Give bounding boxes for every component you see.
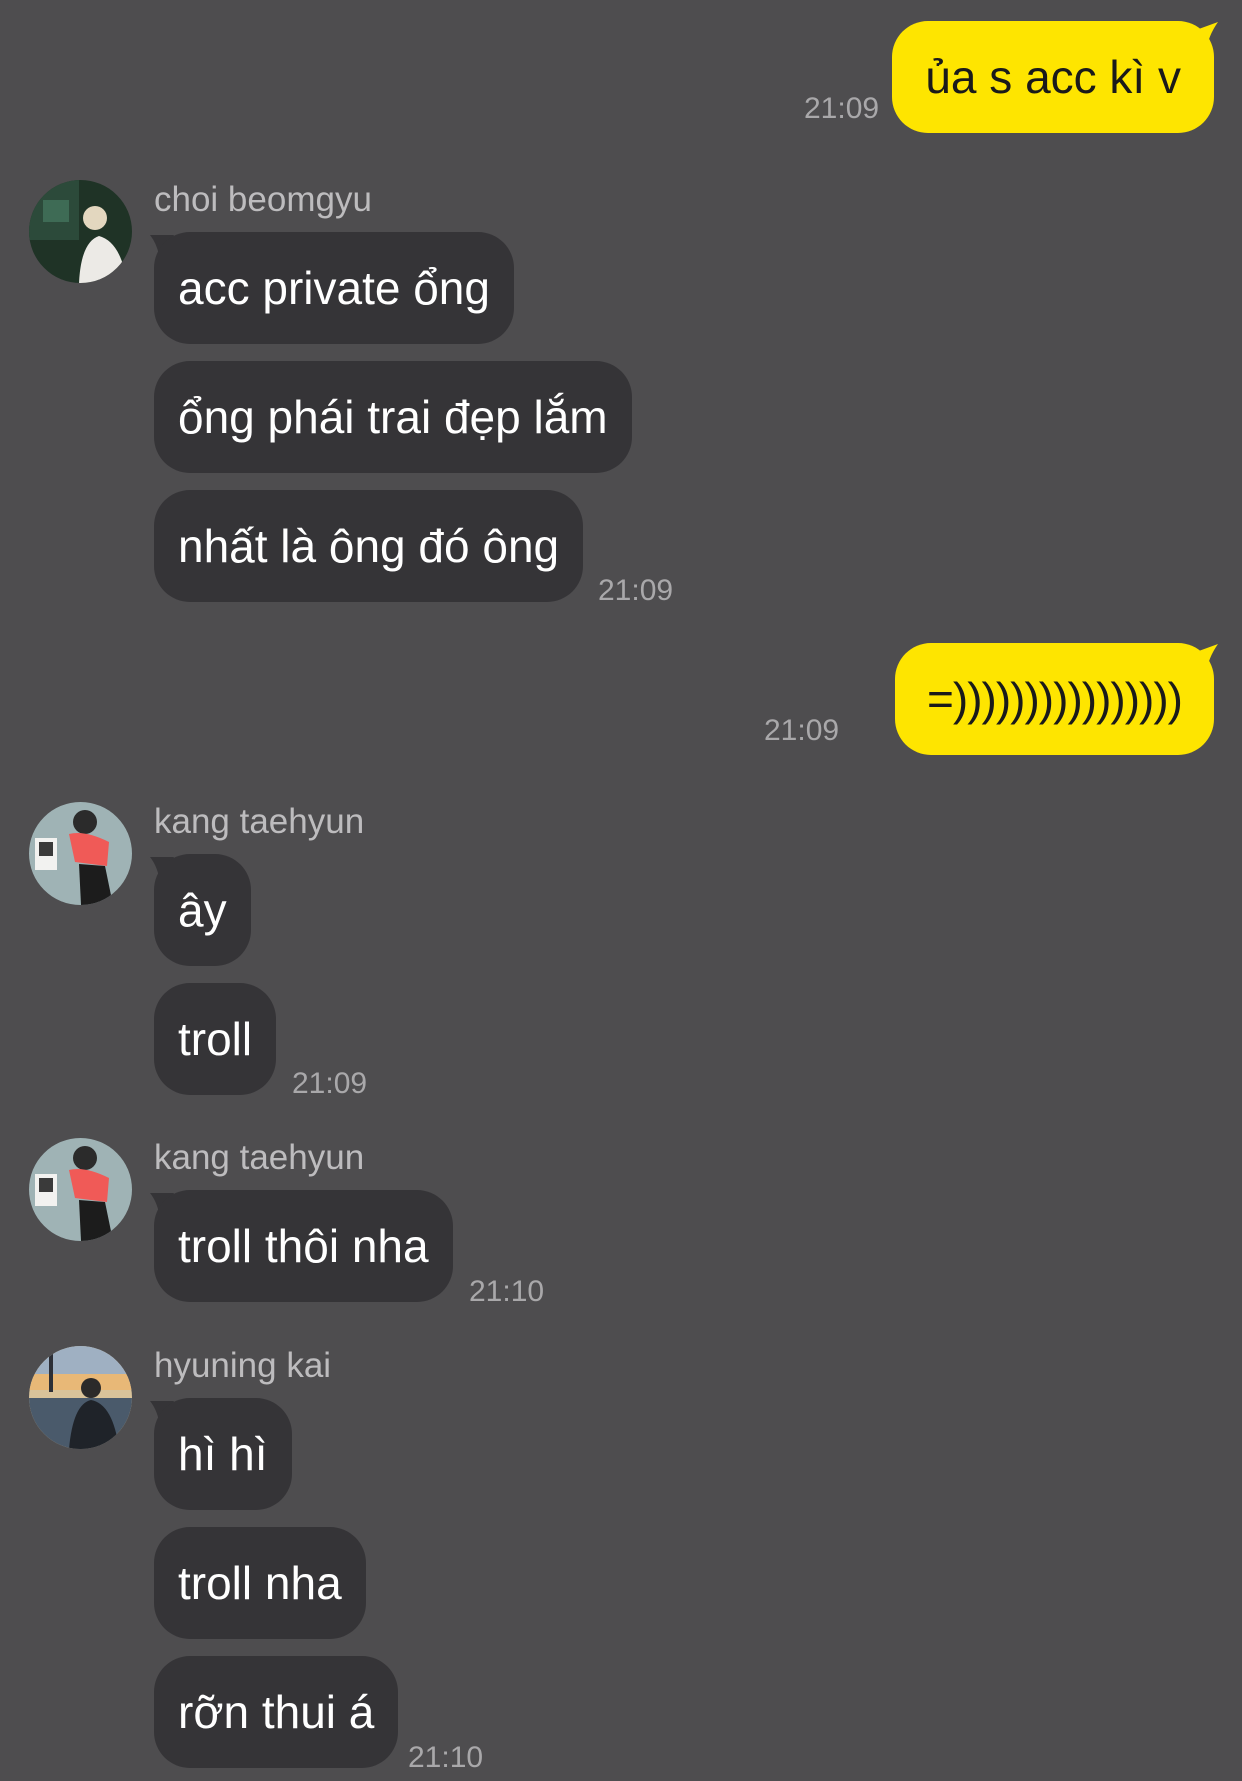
message-timestamp: 21:10 — [469, 1275, 545, 1308]
message-timestamp: 21:09 — [598, 574, 674, 607]
message-timestamp: 21:10 — [408, 1741, 484, 1774]
profile-photo-icon — [29, 1138, 132, 1241]
avatar-kang-taehyun[interactable] — [29, 1138, 132, 1241]
received-message-bubble[interactable]: nhất là ông đó ông — [154, 490, 584, 602]
sent-message-bubble[interactable]: ủa s acc kì v — [892, 21, 1214, 133]
message-timestamp: 21:09 — [764, 714, 840, 747]
received-message-bubble[interactable]: troll — [154, 983, 277, 1095]
message-timestamp: 21:09 — [804, 92, 880, 125]
sent-message-bubble[interactable]: =)))))))))))))))) — [895, 643, 1214, 755]
sender-name: choi beomgyu — [154, 180, 372, 219]
received-message-bubble[interactable]: troll nha — [154, 1527, 366, 1639]
profile-photo-icon — [29, 802, 132, 905]
avatar-kang-taehyun[interactable] — [29, 802, 132, 905]
avatar-choi-beomgyu[interactable] — [29, 180, 132, 283]
sender-name: kang taehyun — [154, 1138, 365, 1177]
avatar-hyuning-kai[interactable] — [29, 1346, 132, 1449]
profile-photo-icon — [29, 1346, 132, 1449]
message-timestamp: 21:09 — [292, 1067, 368, 1100]
received-message-bubble[interactable]: acc private ổng — [154, 232, 514, 344]
sender-name: kang taehyun — [154, 802, 365, 841]
received-message-bubble[interactable]: troll thôi nha — [154, 1190, 453, 1302]
received-message-bubble[interactable]: ây — [154, 854, 251, 966]
profile-photo-icon — [29, 180, 132, 283]
received-message-bubble[interactable]: rỡn thui á — [154, 1656, 399, 1768]
received-message-bubble[interactable]: hì hì — [154, 1398, 292, 1510]
received-message-bubble[interactable]: ổng phái trai đẹp lắm — [154, 361, 632, 473]
sender-name: hyuning kai — [154, 1346, 332, 1385]
